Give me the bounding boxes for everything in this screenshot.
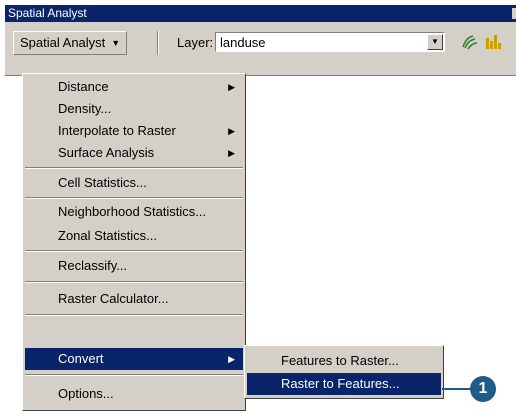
layer-label: Layer: xyxy=(177,35,214,50)
menu-item-neighborhood-statistics[interactable]: Neighborhood Statistics... xyxy=(25,201,243,223)
chevron-down-icon: ▼ xyxy=(111,38,121,48)
spatial-analyst-toolbar: Spatial Analyst Spatial Analyst ▼ Layer: … xyxy=(4,4,516,76)
histogram-icon[interactable] xyxy=(461,33,479,51)
submenu-arrow-icon: ▶ xyxy=(228,354,235,364)
menu-item-label: Distance xyxy=(58,79,109,94)
menu-item-label: Density... xyxy=(58,101,112,116)
callout-badge: 1 xyxy=(470,376,496,402)
menu-item-label: Surface Analysis xyxy=(58,145,155,160)
menu-separator xyxy=(25,374,243,376)
submenu-arrow-icon: ▶ xyxy=(228,126,235,136)
menu-item-label: Convert xyxy=(58,351,104,366)
menu-item-distance[interactable]: Distance ▶ xyxy=(25,76,243,98)
toolbar-separator xyxy=(157,31,159,55)
menu-separator xyxy=(25,197,243,199)
menu-item-cell-statistics[interactable]: Cell Statistics... xyxy=(25,172,243,194)
menu-item-options[interactable]: Options... xyxy=(25,383,243,405)
menu-item-label: Cell Statistics... xyxy=(58,175,147,190)
menu-item-label: Neighborhood Statistics... xyxy=(58,204,207,219)
menu-separator xyxy=(25,281,243,283)
menu-item-label: Reclassify... xyxy=(58,258,128,273)
layer-select-value: landuse xyxy=(220,35,266,50)
menu-item-zonal-statistics[interactable]: Zonal Statistics... xyxy=(25,225,243,247)
histogram-bar-icon[interactable] xyxy=(485,33,501,51)
menu-separator xyxy=(25,250,243,252)
menu-item-interpolate-to-raster[interactable]: Interpolate to Raster ▶ xyxy=(25,120,243,142)
close-icon[interactable] xyxy=(512,8,516,19)
submenu-item-features-to-raster[interactable]: Features to Raster... xyxy=(247,350,441,372)
submenu-arrow-icon: ▶ xyxy=(228,82,235,92)
callout-leader-line xyxy=(442,388,470,390)
menu-item-surface-analysis[interactable]: Surface Analysis ▶ xyxy=(25,142,243,164)
dropdown-arrow-icon[interactable]: ▼ xyxy=(427,34,443,50)
submenu-arrow-icon: ▶ xyxy=(228,148,235,158)
menu-item-reclassify[interactable]: Reclassify... xyxy=(25,255,243,277)
menu-item-label: Options... xyxy=(58,386,114,401)
menu-item-label: Raster Calculator... xyxy=(58,291,169,306)
menu-separator xyxy=(25,167,243,169)
toolbar-titlebar[interactable]: Spatial Analyst xyxy=(5,5,516,22)
spatial-analyst-menu: Distance ▶ Density... Interpolate to Ras… xyxy=(22,73,246,411)
menu-item-density[interactable]: Density... xyxy=(25,98,243,120)
spatial-analyst-menu-button[interactable]: Spatial Analyst ▼ xyxy=(13,31,128,55)
menu-item-convert[interactable]: Convert ▶ xyxy=(25,348,243,370)
menu-separator xyxy=(25,314,243,316)
menu-item-label: Zonal Statistics... xyxy=(58,228,157,243)
submenu-item-label: Features to Raster... xyxy=(281,353,399,368)
layer-select[interactable]: landuse ▼ xyxy=(215,32,445,52)
submenu-item-raster-to-features[interactable]: Raster to Features... xyxy=(247,373,441,395)
menu-button-label: Spatial Analyst xyxy=(20,35,106,50)
convert-submenu: Features to Raster... Raster to Features… xyxy=(244,345,444,399)
menu-item-label: Interpolate to Raster xyxy=(58,123,176,138)
menu-item-raster-calculator[interactable]: Raster Calculator... xyxy=(25,288,243,310)
submenu-item-label: Raster to Features... xyxy=(281,376,400,391)
toolbar-title: Spatial Analyst xyxy=(8,6,87,20)
